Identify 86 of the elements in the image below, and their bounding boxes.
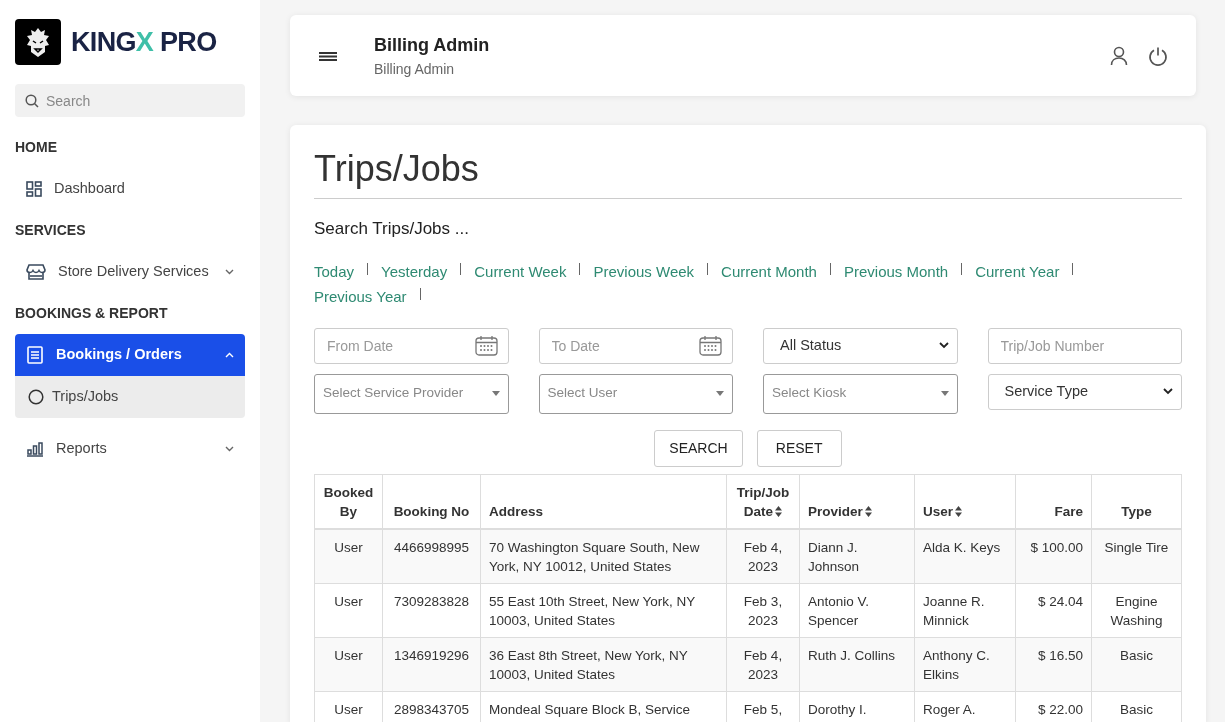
document-icon <box>26 346 44 364</box>
table-cell: Feb 4, 2023 <box>726 528 800 583</box>
nav-item[interactable]: Reports <box>15 428 245 470</box>
table-cell: 36 East 8th Street, New York, NY 10003, United States <box>480 637 727 691</box>
input-field[interactable]: Trip/Job Number <box>987 327 1182 364</box>
nav-item[interactable]: Store Delivery Services <box>15 251 245 293</box>
date-range-link[interactable]: Previous Week <box>593 260 695 283</box>
table-cell: Ruth J. Collins <box>799 637 915 691</box>
power-button[interactable] <box>1148 45 1168 66</box>
table-cell: Feb 4, 2023 <box>726 637 800 691</box>
table-cell: Antonio V. Spencer <box>799 583 915 637</box>
store-icon <box>26 263 46 281</box>
header-title: Billing Admin <box>374 33 491 57</box>
sort-icon <box>955 505 963 517</box>
table-cell: 1346919296 <box>382 637 481 691</box>
table-cell: Feb 3, 2023 <box>726 583 800 637</box>
profile-button[interactable] <box>1110 45 1128 66</box>
caret-icon <box>940 391 949 396</box>
table-cell: User <box>314 528 383 583</box>
table-cell: User <box>314 637 383 691</box>
select-field[interactable]: Select Kiosk <box>763 373 958 414</box>
column-header[interactable]: User <box>914 474 1016 529</box>
date-range-link[interactable]: Today <box>314 260 355 283</box>
search-heading: Search Trips/Jobs ... <box>314 218 470 240</box>
calendar-icon <box>699 334 722 356</box>
section-heading: HOME <box>15 138 58 157</box>
sort-icon <box>775 505 783 517</box>
table-cell: 4466998995 <box>382 528 481 583</box>
search-field[interactable]: Search <box>15 84 245 117</box>
search-icon <box>25 94 39 108</box>
table-cell: 7309283828 <box>382 583 481 637</box>
date-field[interactable]: To Date <box>538 327 733 364</box>
nav-subitem[interactable]: Trips/Jobs <box>15 376 245 418</box>
nav-item[interactable]: Bookings / Orders <box>15 334 245 376</box>
date-range-link[interactable]: Current Month <box>721 260 817 283</box>
table-cell: $ 16.50 <box>1015 637 1092 691</box>
table-cell: User <box>314 691 383 722</box>
table-cell: Joanne R. Minnick <box>914 583 1016 637</box>
action-button[interactable]: RESET <box>756 429 842 467</box>
chevron-icon <box>938 342 949 349</box>
column-header[interactable]: Trip/Job Date <box>726 474 800 529</box>
select-field[interactable]: All Status <box>763 327 958 364</box>
section-heading: SERVICES <box>15 221 87 240</box>
table-cell: Single Tire <box>1091 528 1182 583</box>
table-cell: $ 100.00 <box>1015 528 1092 583</box>
column-header: Address <box>480 474 727 529</box>
table-cell: Basic <box>1091 637 1182 691</box>
table-cell: Alda K. Keys <box>914 528 1016 583</box>
table-cell: 55 East 10th Street, New York, NY 10003, United States <box>480 583 727 637</box>
select-field[interactable]: Service Type <box>987 373 1182 410</box>
action-button[interactable]: SEARCH <box>654 429 743 467</box>
caret-icon <box>491 391 500 396</box>
select-field[interactable]: Select Service Provider <box>314 373 509 414</box>
user-icon <box>1110 45 1128 66</box>
grid-icon <box>26 181 42 197</box>
section-heading: BOOKINGS & REPORT <box>15 304 169 323</box>
date-range-link[interactable]: Previous Month <box>843 260 949 283</box>
date-field[interactable]: From Date <box>314 327 509 364</box>
table-cell: 70 Washington Square South, New York, NY 10012, United States <box>480 528 727 583</box>
table-cell: User <box>314 583 383 637</box>
table-cell: Diann J. Johnson <box>799 528 915 583</box>
nav-item[interactable]: Dashboard <box>15 168 245 210</box>
table-cell: Anthony C. Elkins <box>914 637 1016 691</box>
column-header[interactable]: Provider <box>799 474 915 529</box>
date-range-link[interactable]: Current Year <box>975 260 1060 283</box>
lion-logo-icon <box>15 19 61 65</box>
bar-chart-icon <box>26 441 44 457</box>
column-header: Booking No <box>382 474 481 529</box>
caret-icon <box>716 391 724 396</box>
table-cell: Engine Washing <box>1091 583 1182 637</box>
page-title: Trips/Jobs <box>314 147 1182 199</box>
power-icon <box>1148 45 1168 66</box>
date-range-link[interactable]: Yesterday <box>381 260 448 283</box>
circle-icon <box>28 389 44 405</box>
column-header: Fare <box>1015 474 1092 529</box>
brand-name: KINGX PRO <box>71 25 217 59</box>
date-range-link[interactable]: Previous Year <box>314 286 407 309</box>
column-header: Type <box>1091 474 1182 529</box>
table-cell: $ 24.04 <box>1015 583 1092 637</box>
header-subtitle: Billing Admin <box>374 59 456 79</box>
calendar-icon <box>474 334 498 356</box>
chevron-icon <box>1163 388 1173 395</box>
date-range-link[interactable]: Current Week <box>474 260 567 283</box>
column-header: Booked By <box>314 474 383 529</box>
sort-icon <box>864 505 872 517</box>
select-field[interactable]: Select User <box>538 373 733 414</box>
